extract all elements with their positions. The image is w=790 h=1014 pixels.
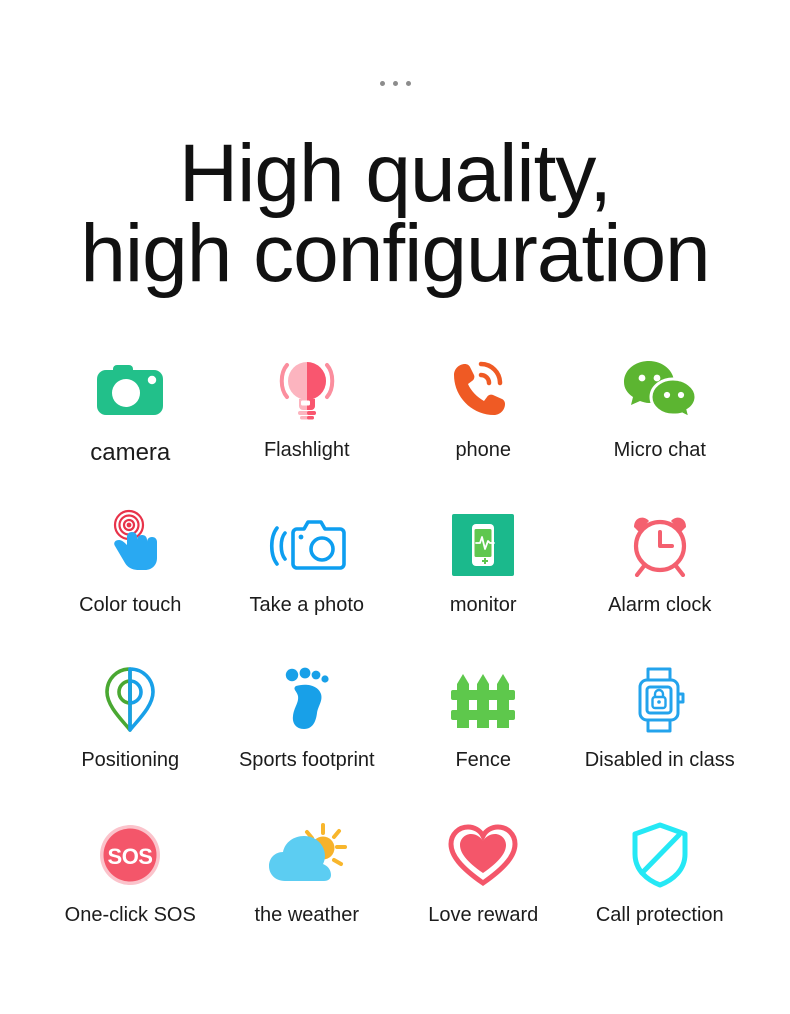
camera-icon — [87, 347, 173, 433]
feature-label: Positioning — [81, 748, 180, 771]
dot-1 — [379, 81, 385, 86]
top-dots-row — [0, 0, 790, 86]
feature-label: Color touch — [79, 593, 182, 616]
feature-cell-one-click-sos[interactable]: SOS One-click SOS — [42, 812, 219, 967]
feature-cell-call-protection[interactable]: Call protection — [572, 812, 749, 967]
feature-label: Micro chat — [613, 438, 706, 461]
feature-label: monitor — [449, 593, 517, 616]
flashlight-bulb-icon — [264, 347, 350, 433]
feature-label: Disabled in class — [584, 748, 735, 771]
feature-label: Take a photo — [249, 593, 365, 616]
feature-cell-disabled-in-class[interactable]: Disabled in class — [572, 657, 749, 812]
shield-block-icon — [617, 812, 703, 898]
remote-camera-icon — [264, 502, 350, 588]
health-monitor-icon — [440, 502, 526, 588]
feature-label: Love reward — [428, 903, 539, 926]
feature-cell-love-reward[interactable]: Love reward — [395, 812, 572, 967]
feature-label: Alarm clock — [608, 593, 712, 616]
sos-button-icon: SOS — [87, 812, 173, 898]
feature-cell-fence[interactable]: Fence — [395, 657, 572, 812]
touch-finger-icon — [87, 502, 173, 588]
dot-3 — [405, 81, 411, 86]
feature-label: phone — [455, 438, 512, 461]
feature-label: Call protection — [595, 903, 724, 926]
feature-cell-monitor[interactable]: monitor — [395, 502, 572, 657]
feature-label: Flashlight — [263, 438, 350, 461]
fence-icon — [440, 657, 526, 743]
dot-2 — [392, 81, 398, 86]
wechat-bubbles-icon — [617, 347, 703, 433]
feature-cell-camera[interactable]: camera — [42, 347, 219, 502]
heart-icon — [440, 812, 526, 898]
locked-watch-icon — [617, 657, 703, 743]
feature-label: Sports footprint — [238, 748, 375, 771]
feature-cell-take-a-photo[interactable]: Take a photo — [219, 502, 396, 657]
footprint-icon — [264, 657, 350, 743]
map-pin-icon — [87, 657, 173, 743]
feature-grid: camera Flashlight phone Micro chat Color… — [0, 347, 790, 967]
ellipsis-dots-icon — [379, 81, 411, 86]
feature-cell-flashlight[interactable]: Flashlight — [219, 347, 396, 502]
feature-label: the weather — [254, 903, 359, 926]
feature-cell-phone[interactable]: phone — [395, 347, 572, 502]
phone-ringing-icon — [440, 347, 526, 433]
feature-cell-the-weather[interactable]: the weather — [219, 812, 396, 967]
feature-label: camera — [90, 438, 171, 466]
feature-cell-micro-chat[interactable]: Micro chat — [572, 347, 749, 502]
feature-cell-sports-footprint[interactable]: Sports footprint — [219, 657, 396, 812]
page-title: High quality, high configuration — [80, 128, 710, 300]
feature-cell-alarm-clock[interactable]: Alarm clock — [572, 502, 749, 657]
feature-label: One-click SOS — [64, 903, 196, 926]
svg-text:SOS: SOS — [108, 844, 153, 869]
feature-cell-positioning[interactable]: Positioning — [42, 657, 219, 812]
feature-cell-color-touch[interactable]: Color touch — [42, 502, 219, 657]
alarm-clock-icon — [617, 502, 703, 588]
sun-cloud-icon — [264, 812, 350, 898]
feature-label: Fence — [455, 748, 512, 771]
